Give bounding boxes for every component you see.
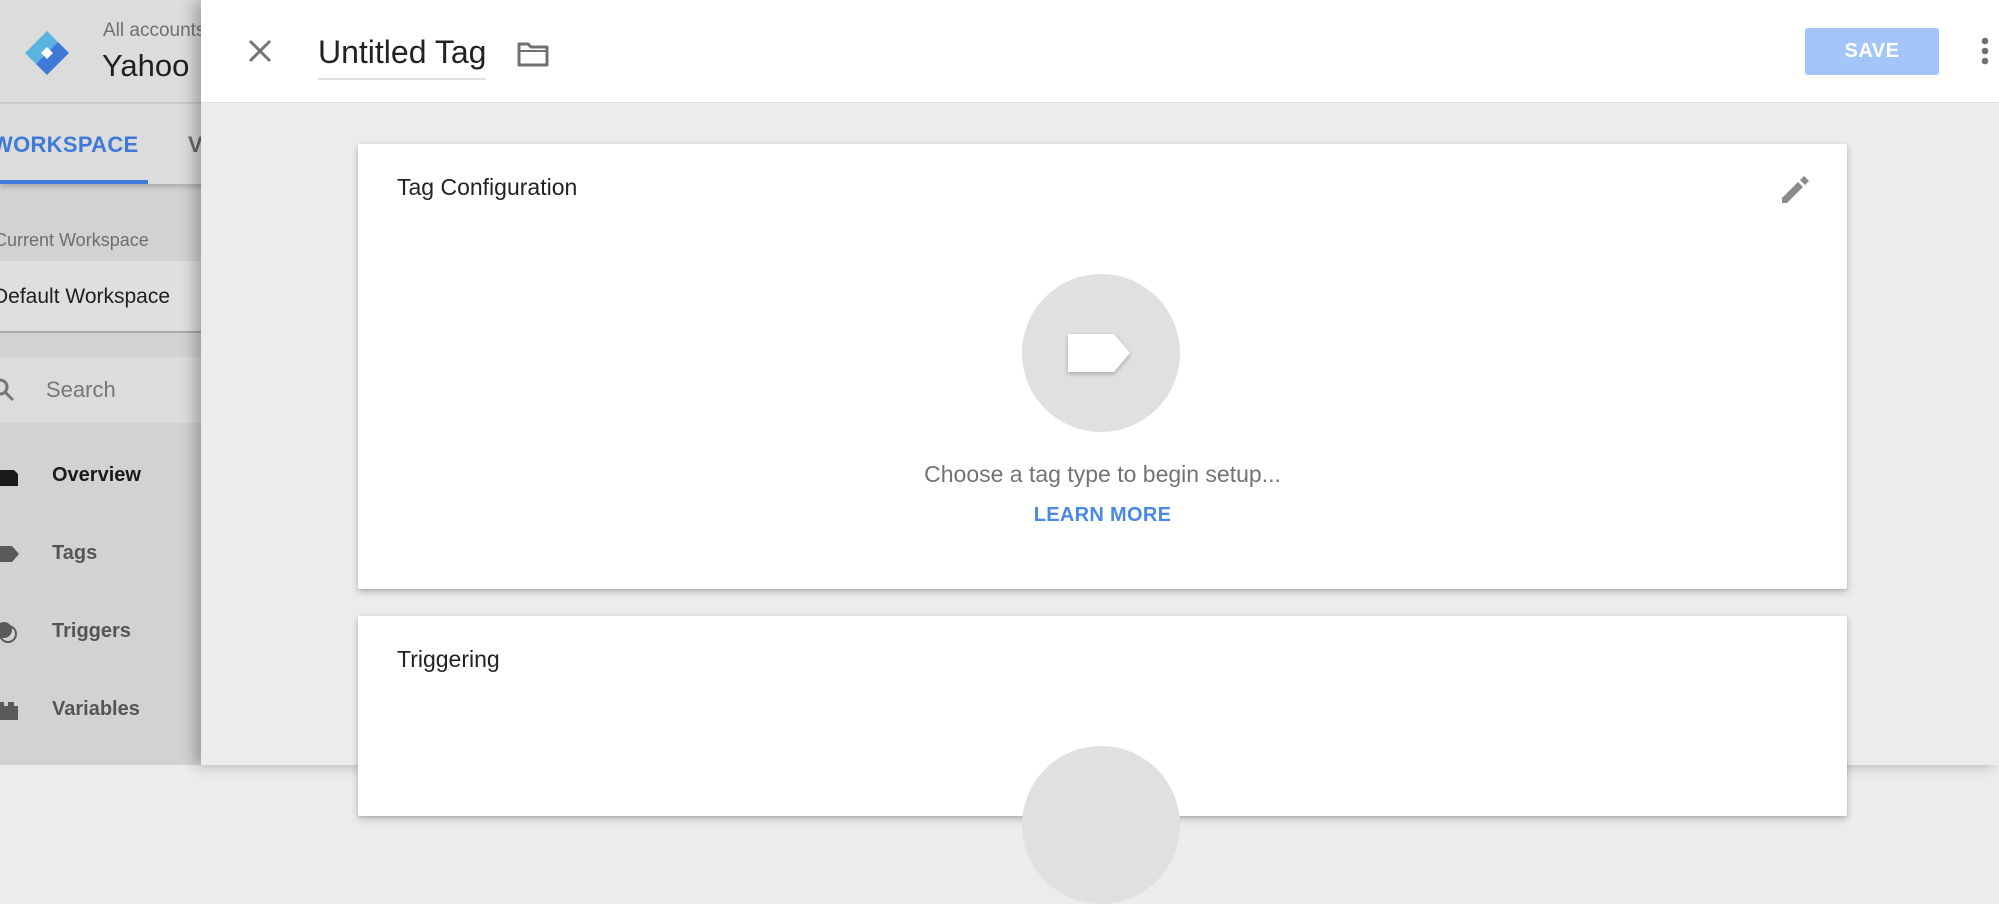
tag-type-placeholder[interactable] [1022,274,1180,432]
tag-icon [0,546,19,562]
trigger-icon [0,622,17,643]
folder-icon[interactable] [516,40,550,68]
card-title: Tag Configuration [397,174,578,200]
gtm-logo-icon [25,31,69,75]
empty-state-text: Choose a tag type to begin setup... [924,461,1281,487]
sidebar-item-label: Triggers [52,620,131,642]
sidebar-item-label: Tags [52,542,98,564]
learn-more-link-wrap: LEARN MORE [358,504,1847,527]
active-tab-indicator [0,180,148,184]
triggering-card[interactable]: Triggering [358,616,1847,904]
tab-workspace[interactable]: WORKSPACE [0,132,139,158]
search-icon [0,378,15,402]
variables-icon [0,702,18,720]
tag-icon [1068,334,1130,372]
workspace-label: Current Workspace [0,230,149,250]
sidebar-item-label: Overview [52,464,141,486]
panel-header: Untitled Tag SAVE [201,0,1999,103]
overview-icon [0,470,18,486]
more-vert-icon[interactable] [1975,36,1995,66]
account-label[interactable]: All accounts [103,20,205,42]
search-input[interactable]: Search [46,377,116,403]
save-button[interactable]: SAVE [1805,28,1939,75]
sidebar-item-label: Variables [52,698,140,720]
close-icon[interactable] [245,36,275,66]
tag-name-field[interactable]: Untitled Tag [318,32,487,80]
tag-editor-panel: Untitled Tag SAVE Tag Configuration Choo… [201,0,1999,904]
card-title: Triggering [397,646,500,672]
workspace-value: Default Workspace [0,285,171,308]
pencil-icon[interactable] [1778,172,1812,206]
tag-configuration-card[interactable]: Tag Configuration Choose a tag type to b… [358,144,1847,589]
container-name[interactable]: Yahoo [102,48,189,84]
tag-name-input[interactable]: Untitled Tag [318,32,486,72]
trigger-placeholder[interactable] [1022,746,1180,904]
learn-more-link[interactable]: LEARN MORE [1034,504,1171,526]
